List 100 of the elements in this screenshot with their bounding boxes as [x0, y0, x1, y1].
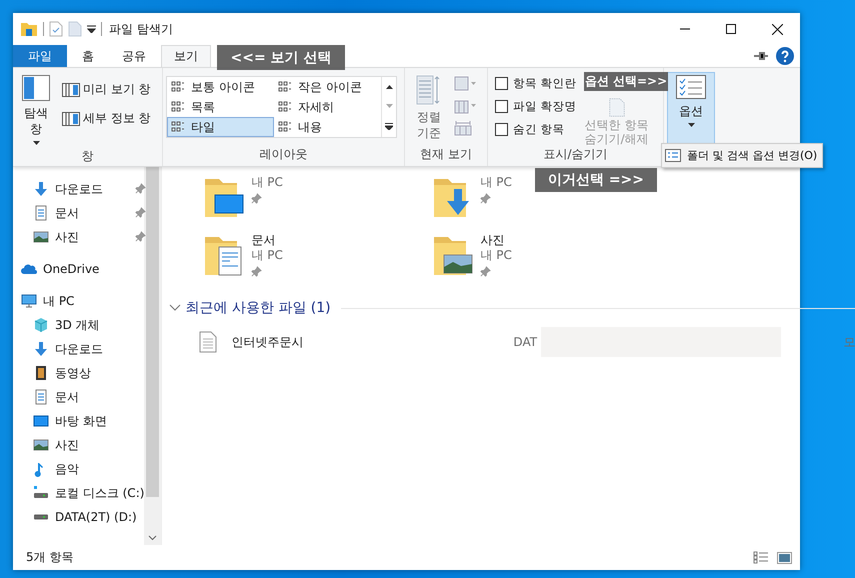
checkbox[interactable] [495, 77, 508, 90]
checkbox-option[interactable]: 숨긴 항목 [495, 122, 577, 137]
layout-option[interactable]: 보통 아이콘 [167, 77, 274, 97]
nav-label: 사진 [55, 228, 79, 246]
nav-item[interactable]: 바탕 화면 [13, 409, 144, 433]
checkbox[interactable] [495, 123, 508, 136]
picture-icon [33, 437, 49, 453]
ribbon-tab[interactable]: 파일 [13, 45, 67, 67]
nav-item[interactable]: 다운로드 [13, 177, 144, 201]
layout-option[interactable]: 작은 아이콘 [274, 77, 381, 97]
desktop-icon [33, 413, 49, 429]
help-icon[interactable] [776, 47, 794, 65]
nav-item[interactable]: 문서 [13, 385, 144, 409]
window-title: 파일 탐색기 [109, 20, 173, 38]
sort-by-button[interactable]: 정렬 기준 [408, 72, 450, 146]
details-pane-icon [62, 112, 80, 126]
checked-document-icon[interactable] [49, 21, 63, 37]
section-title: 최근에 사용한 파일 (1) [185, 299, 331, 317]
document-icon [608, 98, 625, 117]
monitor-icon [21, 293, 37, 309]
pane-layout-icon [22, 75, 50, 101]
nav-item[interactable]: 사진 [13, 433, 144, 457]
download-arrow-icon [33, 341, 49, 357]
checkbox-option[interactable]: 파일 확장명 [495, 99, 577, 114]
folder-tile[interactable]: 문서 내 PC [203, 233, 283, 281]
nav-label: 동영상 [55, 364, 91, 382]
nav-label: OneDrive [43, 262, 100, 276]
nav-item[interactable]: DATA(2T) (D:) [13, 505, 144, 529]
nav-item[interactable]: 다운로드 [13, 337, 144, 361]
close-icon [772, 24, 782, 34]
nav-label: 음악 [55, 460, 79, 478]
nav-item[interactable]: 사진 [13, 225, 144, 249]
file-location: DAT [513, 335, 538, 349]
layout-option[interactable]: 자세히 [274, 97, 381, 117]
caret-icon [688, 123, 694, 127]
nav-label: 다운로드 [55, 340, 103, 358]
layout-icon [278, 101, 292, 113]
menu-item[interactable]: 폴더 및 검색 옵션 변경(O) [662, 144, 822, 167]
film-icon [33, 365, 49, 381]
drive-icon [33, 485, 49, 501]
maximize-icon [726, 24, 736, 34]
layout-icon [171, 101, 185, 113]
nav-item[interactable]: 문서 [13, 201, 144, 225]
group-label: 레이아웃 [258, 146, 308, 163]
layout-icon [171, 121, 185, 133]
chevron-down-icon[interactable] [169, 304, 182, 312]
nav-item[interactable]: 내 PC [13, 289, 144, 313]
annotation-label: 옵션 선택=>> [584, 72, 668, 91]
checklist-icon [676, 75, 706, 99]
scrollbar[interactable] [144, 167, 162, 545]
file-date: 모 [843, 334, 855, 350]
scroll-up-icon[interactable] [386, 84, 392, 88]
nav-item[interactable]: 3D 개체 [13, 313, 144, 337]
folder-tile[interactable]: 사진 내 PC [432, 233, 512, 281]
navigation-pane-button[interactable]: 탐색 창 [16, 72, 56, 148]
nav-item[interactable]: OneDrive [13, 257, 144, 281]
nav-label: 로컬 디스크 (C:) [55, 484, 144, 502]
text-file-icon [199, 331, 218, 353]
status-text: 5개 항목 [26, 549, 74, 566]
layout-option[interactable]: 타일 [167, 117, 274, 137]
group-label: 창 [80, 148, 94, 165]
options-button[interactable]: 옵션 [667, 72, 715, 144]
nav-label: 사진 [55, 436, 79, 454]
nav-label: 문서 [55, 204, 79, 222]
document-icon [33, 205, 49, 221]
layout-icon [171, 81, 185, 93]
dropdown-caret-icon[interactable] [87, 25, 96, 33]
nav-label: DATA(2T) (D:) [55, 510, 137, 524]
nav-label: 내 PC [43, 292, 74, 310]
layout-icon [278, 81, 292, 93]
checkbox[interactable] [495, 100, 508, 113]
folder-location: 내 PC [480, 248, 512, 263]
expand-gallery-icon[interactable] [385, 122, 393, 130]
annotation-label: 이거선택 =>> [535, 168, 657, 192]
folder-icon[interactable] [20, 21, 38, 37]
nav-item[interactable]: 로컬 디스크 (C:) [13, 481, 144, 505]
sort-icon [416, 75, 442, 105]
annotation-label: <<= 보기 선택 [217, 45, 345, 70]
scroll-down-icon[interactable] [386, 104, 392, 108]
layout-icon [278, 121, 292, 133]
folder-tile[interactable]: 내 PC [203, 175, 283, 223]
folder-name: 문서 [251, 233, 276, 248]
checkbox-option[interactable]: 항목 확인란 [495, 76, 577, 91]
folder-location: 내 PC [251, 248, 283, 263]
large-icons-view-icon[interactable] [777, 552, 792, 564]
checklist-icon [665, 149, 681, 162]
folder-name: 사진 [480, 233, 506, 248]
ribbon-tab[interactable]: 보기 [161, 45, 211, 67]
pin-icon[interactable] [754, 52, 768, 60]
details-view-icon[interactable] [753, 551, 769, 564]
nav-item[interactable]: 음악 [13, 457, 144, 481]
nav-label: 3D 개체 [55, 316, 100, 334]
folder-location: 내 PC [480, 175, 512, 190]
preview-pane-button[interactable]: 미리 보기 창 [60, 80, 153, 99]
details-pane-button[interactable]: 세부 정보 창 [60, 109, 153, 128]
file-name[interactable]: 인터넷주문시 [231, 334, 514, 350]
nav-item[interactable]: 동영상 [13, 361, 144, 385]
folder-tile[interactable]: 내 PC [432, 175, 512, 223]
layout-option[interactable]: 목록 [167, 97, 274, 117]
layout-option[interactable]: 내용 [274, 117, 381, 137]
